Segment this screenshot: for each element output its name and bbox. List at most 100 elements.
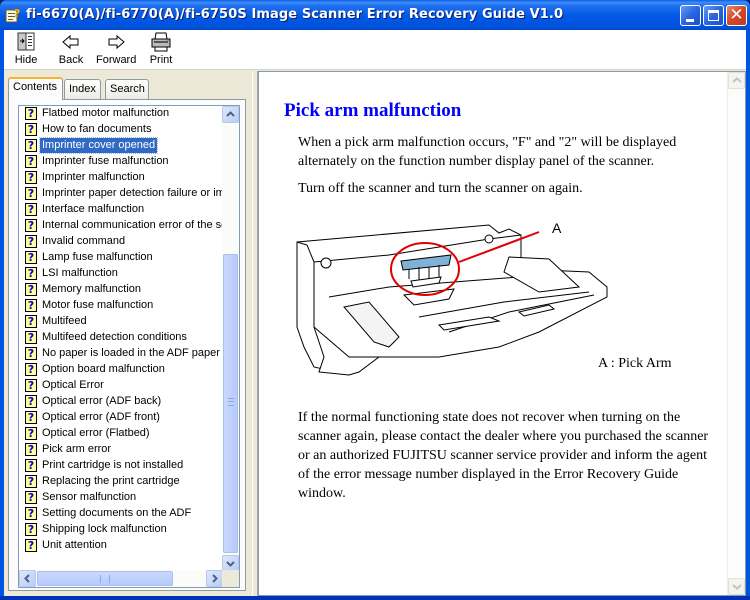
topic-list-item[interactable]: ? Unit attention: [19, 538, 223, 554]
topic-paragraph: If the normal functioning state does not…: [298, 410, 709, 501]
topic-list-item[interactable]: ? Imprinter paper detection failure or im…: [19, 186, 223, 202]
topic-list-item[interactable]: ? Pick arm error: [19, 442, 223, 458]
help-topic-icon: ?: [25, 491, 37, 504]
topic-list-item[interactable]: ? Optical error (ADF front): [19, 410, 223, 426]
help-topic-icon: ?: [25, 315, 37, 328]
help-topic-icon: ?: [25, 459, 37, 472]
topic-list-item[interactable]: ? Setting documents on the ADF: [19, 506, 223, 522]
tab-search[interactable]: Search: [105, 79, 149, 99]
topic-list-item[interactable]: ? Shipping lock malfunction: [19, 522, 223, 538]
topic-list-item[interactable]: ? Multifeed: [19, 314, 223, 330]
contents-panel: ? Flatbed motor malfunction? How to fan do…: [8, 99, 246, 591]
hide-button[interactable]: Hide: [10, 32, 42, 68]
grip-icon: [228, 398, 234, 406]
topic-list-item[interactable]: ? Imprinter cover opened: [19, 137, 223, 154]
help-topic-icon: ?: [25, 507, 37, 520]
topic-list-item[interactable]: ? Optical error (Flatbed): [19, 426, 223, 442]
topic-body: Pick arm malfunction When a pick arm mal…: [259, 72, 727, 595]
topic-list-item[interactable]: ? Memory malfunction: [19, 282, 223, 298]
topic-list-item[interactable]: ? Print cartridge is not installed: [19, 458, 223, 474]
minimize-button[interactable]: [680, 5, 701, 26]
help-topic-icon: ?: [25, 475, 37, 488]
tab-index[interactable]: Index: [64, 79, 101, 99]
topic-list-item[interactable]: ? No paper is loaded in the ADF paper ch: [19, 346, 223, 362]
topic-list-item[interactable]: ? How to fan documents: [19, 122, 223, 138]
topic-paragraph: When a pick arm malfunction occurs, "F" …: [298, 135, 677, 169]
topic-label: How to fan documents: [42, 123, 152, 135]
back-arrow-icon: [62, 34, 79, 50]
tree-horizontal-scrollbar[interactable]: [19, 570, 223, 587]
topic-label: Imprinter paper detection failure or imp…: [42, 187, 223, 199]
content-scroll-up-button[interactable]: [728, 72, 745, 89]
help-window: ? fi-6670(A)/fi-6770(A)/fi-6750S Image S…: [0, 0, 750, 600]
forward-button[interactable]: Forward: [96, 32, 136, 68]
topic-list-item[interactable]: ? LSI malfunction: [19, 266, 223, 282]
topic-list-item[interactable]: ? Imprinter fuse malfunction: [19, 154, 223, 170]
topic-list-item[interactable]: ? Option board malfunction: [19, 362, 223, 378]
hide-label: Hide: [14, 54, 38, 66]
figure-callout-label: A: [552, 220, 562, 236]
content-vertical-scrollbar[interactable]: [727, 72, 745, 595]
topic-label: Replacing the print cartridge: [42, 475, 180, 487]
close-button[interactable]: ✕: [726, 5, 747, 26]
topic-list-item[interactable]: ? Lamp fuse malfunction: [19, 250, 223, 266]
topic-label: Pick arm error: [42, 443, 112, 455]
topic-label: Lamp fuse malfunction: [42, 251, 153, 263]
topic-list-item[interactable]: ? Invalid command: [19, 234, 223, 250]
topic-label: Optical error (Flatbed): [42, 427, 150, 439]
topic-list-item[interactable]: ? Flatbed motor malfunction: [19, 106, 223, 122]
tab-contents-label: Contents: [13, 81, 58, 93]
back-button[interactable]: Back: [56, 32, 86, 68]
scanner-knob: [484, 234, 494, 244]
help-topic-icon: ?: [25, 123, 37, 136]
window-bottom-border: [0, 596, 750, 600]
topic-label: Internal communication error of the sca: [42, 219, 223, 231]
title-bar[interactable]: ? fi-6670(A)/fi-6770(A)/fi-6750S Image S…: [0, 0, 750, 30]
tree-scroll-thumb[interactable]: [223, 254, 238, 553]
grip-icon: [100, 575, 110, 583]
topic-list-item[interactable]: ? Sensor malfunction: [19, 490, 223, 506]
scanner-pick-arm-illustration: [296, 224, 608, 376]
scroll-left-button[interactable]: [19, 570, 36, 587]
help-book-icon: ?: [5, 7, 21, 23]
help-topic-icon: ?: [25, 427, 37, 440]
help-topic-icon: ?: [25, 395, 37, 408]
topic-label: Interface malfunction: [42, 203, 145, 215]
topic-list-item[interactable]: ? Imprinter malfunction: [19, 170, 223, 186]
topic-label: Option board malfunction: [42, 363, 165, 375]
print-button[interactable]: Print: [146, 32, 176, 68]
forward-arrow-icon: [108, 34, 125, 50]
scanner-knob: [320, 257, 332, 269]
topic-title: Pick arm malfunction: [284, 100, 462, 121]
help-topic-icon: ?: [25, 235, 37, 248]
topic-list-item[interactable]: ? Optical error (ADF back): [19, 394, 223, 410]
back-label: Back: [58, 54, 84, 66]
topic-label: No paper is loaded in the ADF paper ch: [42, 347, 223, 359]
scroll-right-button[interactable]: [206, 570, 223, 587]
chevron-left-icon: [24, 574, 30, 583]
topic-label: Multifeed detection conditions: [42, 331, 187, 343]
topic-list-item[interactable]: ? Replacing the print cartridge: [19, 474, 223, 490]
contents-tree: ? Flatbed motor malfunction? How to fan do…: [18, 105, 240, 588]
client-area: Hide Back Forward Print Contents Index S…: [4, 30, 746, 596]
topic-list-item[interactable]: ? Internal communication error of the sca: [19, 218, 223, 234]
scroll-up-button[interactable]: [222, 106, 239, 123]
help-topic-icon: ?: [25, 187, 37, 200]
tree-hscroll-thumb[interactable]: [37, 571, 173, 586]
topic-list-item[interactable]: ? Optical Error: [19, 378, 223, 394]
help-topic-icon: ?: [25, 219, 37, 232]
print-label: Print: [149, 54, 173, 66]
maximize-button[interactable]: [703, 5, 724, 26]
topic-list-item[interactable]: ? Multifeed detection conditions: [19, 330, 223, 346]
content-scroll-down-button[interactable]: [728, 578, 745, 595]
topic-label: Memory malfunction: [42, 283, 142, 295]
chevron-right-icon: [212, 574, 218, 583]
topic-list-item[interactable]: ? Motor fuse malfunction: [19, 298, 223, 314]
help-topic-icon: ?: [25, 283, 37, 296]
help-topic-icon: ?: [25, 107, 37, 120]
topic-label: LSI malfunction: [42, 267, 118, 279]
tree-vertical-scrollbar[interactable]: [222, 106, 239, 572]
tab-contents[interactable]: Contents: [8, 77, 63, 100]
help-topic-icon: ?: [25, 331, 37, 344]
topic-list-item[interactable]: ? Interface malfunction: [19, 202, 223, 218]
